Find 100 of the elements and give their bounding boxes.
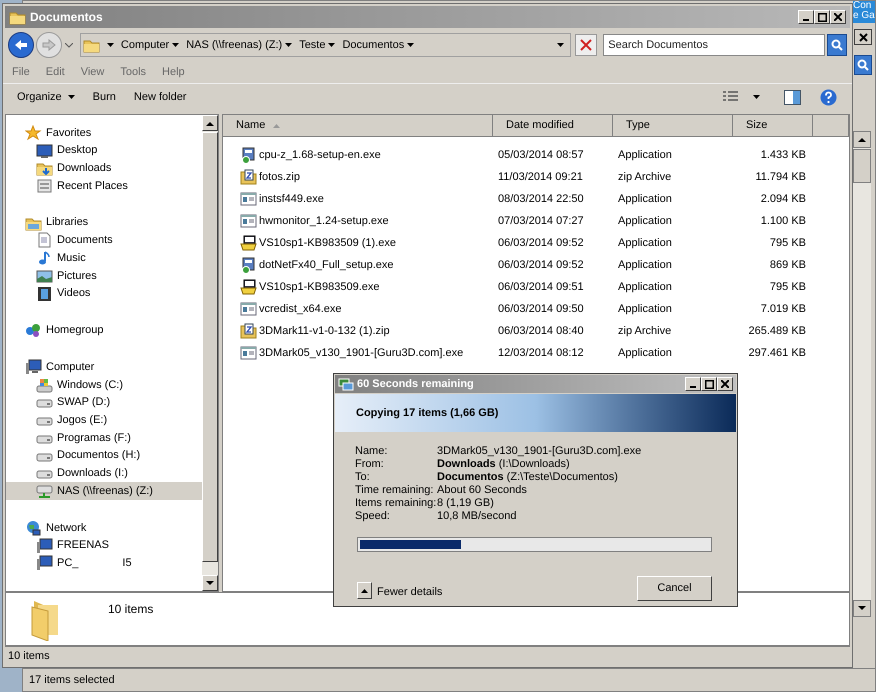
caret-icon	[172, 43, 180, 47]
search-field[interactable]: Search Documentos	[603, 34, 826, 56]
breadcrumb[interactable]: Teste	[299, 36, 338, 54]
menu-item[interactable]: Help	[162, 64, 185, 81]
table-cell-text: 06/03/2014 08:40	[497, 324, 585, 339]
table-cell-text: 297.461 KB	[748, 346, 807, 361]
pane-icon	[784, 90, 801, 104]
menu-item[interactable]: File	[12, 64, 30, 81]
nav-item[interactable]: Computer	[6, 358, 202, 376]
dialog-heading: Copying 17 items (1,66 GB)	[356, 406, 498, 421]
nav-item[interactable]: Downloads	[6, 159, 202, 178]
file-name: VS10sp1-KB983509.exe	[259, 280, 380, 295]
minimize-button[interactable]	[685, 377, 701, 391]
cancel-button[interactable]: Cancel	[637, 576, 712, 601]
close-icon	[834, 13, 842, 21]
nav-item[interactable]: Documents	[6, 232, 202, 250]
table-cell-text: Application	[617, 280, 673, 295]
nav-item[interactable]: Videos	[6, 284, 202, 302]
zip-file-icon	[240, 169, 257, 185]
breadcrumb[interactable]: Computer	[120, 36, 182, 54]
search-button[interactable]	[854, 55, 872, 75]
table-cell-text: Application	[617, 236, 673, 251]
nav-item[interactable]: Pictures	[6, 267, 202, 285]
computer-icon	[36, 555, 53, 572]
nav-item[interactable]: Favorites	[6, 124, 202, 142]
nav-item[interactable]: Libraries	[6, 214, 202, 232]
window-title: Documentos	[30, 9, 104, 26]
column-header[interactable]: Name	[223, 115, 493, 136]
menu-item[interactable]: Tools	[120, 64, 146, 81]
maximize-button[interactable]	[814, 10, 830, 24]
nav-item[interactable]: SWAP (D:)	[6, 394, 202, 412]
toolbar-button[interactable]: New folder	[134, 88, 186, 106]
file-name: fotos.zip	[259, 170, 300, 185]
file-name: instsf449.exe	[259, 192, 324, 207]
table-cell-text: zip Archive	[617, 324, 672, 339]
breadcrumb[interactable]: Documentos	[342, 36, 418, 54]
nav-item[interactable]: Jogos (E:)	[6, 411, 202, 430]
search-button[interactable]	[827, 34, 847, 56]
down-arrow-icon	[858, 606, 866, 611]
nav-item[interactable]: Recent Places	[6, 177, 202, 195]
caret-icon	[407, 43, 414, 47]
nav-item[interactable]: Music	[6, 249, 202, 268]
back-button[interactable]	[8, 32, 34, 58]
computer-icon	[36, 538, 53, 554]
menu-item[interactable]: Edit	[46, 64, 65, 81]
nav-item[interactable]: Programas (F:)	[6, 429, 202, 447]
column-header[interactable]: Size	[733, 115, 813, 136]
toolbar-button[interactable]: Burn	[92, 88, 116, 106]
nav-item[interactable]: PC_ I5	[6, 554, 202, 572]
view-button[interactable]	[723, 91, 760, 103]
clear-button[interactable]	[575, 34, 598, 56]
scroll-up-button[interactable]	[853, 131, 871, 148]
table-cell-text: 2.094 KB	[760, 192, 807, 207]
table-cell-text: 795 KB	[768, 236, 807, 251]
table-cell-text: 08/03/2014 22:50	[497, 192, 585, 207]
table-cell-text: Application	[617, 302, 673, 317]
sort-up-icon	[273, 124, 280, 128]
caret-icon	[328, 43, 336, 47]
nav-item[interactable]: Desktop	[6, 142, 202, 160]
caret-icon	[285, 43, 292, 47]
window-icon	[36, 178, 53, 194]
network-drive-icon	[36, 483, 53, 500]
table-cell-text: 11.794 KB	[754, 170, 807, 185]
preview-pane-button[interactable]	[784, 89, 802, 105]
drive-icon	[36, 376, 53, 393]
nav-item[interactable]: Network	[6, 518, 202, 537]
table-cell-text: 06/03/2014 09:51	[497, 280, 585, 295]
nav-item[interactable]: Windows (C:)	[6, 376, 202, 394]
scroll-down-button[interactable]	[853, 600, 871, 617]
nav-item[interactable]: Documentos (H:)	[6, 446, 202, 464]
nav-item[interactable]: NAS (\\freenas) (Z:)	[6, 482, 202, 500]
file-name: hwmonitor_1.24-setup.exe	[259, 214, 389, 229]
nav-item[interactable]: Downloads (I:)	[6, 464, 202, 482]
field-label: Time remaining:	[355, 484, 434, 497]
search-icon	[831, 39, 843, 51]
nav-item[interactable]: Homegroup	[6, 321, 202, 340]
nav-item[interactable]: FREENAS	[6, 536, 202, 554]
column-header[interactable]: Date modified	[493, 115, 613, 136]
field-label: Name:	[355, 445, 388, 458]
table-cell-text: 1.100 KB	[760, 214, 807, 229]
search-icon	[857, 59, 869, 71]
column-header[interactable]: Type	[613, 115, 733, 136]
help-button[interactable]	[820, 88, 838, 106]
maximize-button[interactable]	[701, 377, 717, 391]
people-icon	[25, 322, 42, 338]
installer-icon	[240, 279, 257, 295]
toolbar-button[interactable]: Organize	[17, 88, 75, 106]
table-cell-text: 1.433 KB	[760, 148, 807, 163]
breadcrumb[interactable]: NAS (\\freenas) (Z:)	[186, 36, 296, 54]
menu-item[interactable]: View	[80, 64, 104, 81]
table-cell-text: 07/03/2014 07:27	[497, 214, 585, 229]
minimize-icon	[690, 386, 696, 388]
details-toggle[interactable]: Fewer details	[357, 580, 442, 601]
close-button[interactable]	[854, 29, 872, 45]
table-cell-text: 12/03/2014 08:12	[497, 346, 585, 361]
minimize-button[interactable]	[798, 10, 814, 24]
table-cell-text: 7.019 KB	[760, 302, 807, 317]
picture-icon	[36, 268, 53, 284]
banner-text: e Ga	[853, 11, 875, 21]
field-value: About 60 Seconds	[437, 484, 527, 497]
